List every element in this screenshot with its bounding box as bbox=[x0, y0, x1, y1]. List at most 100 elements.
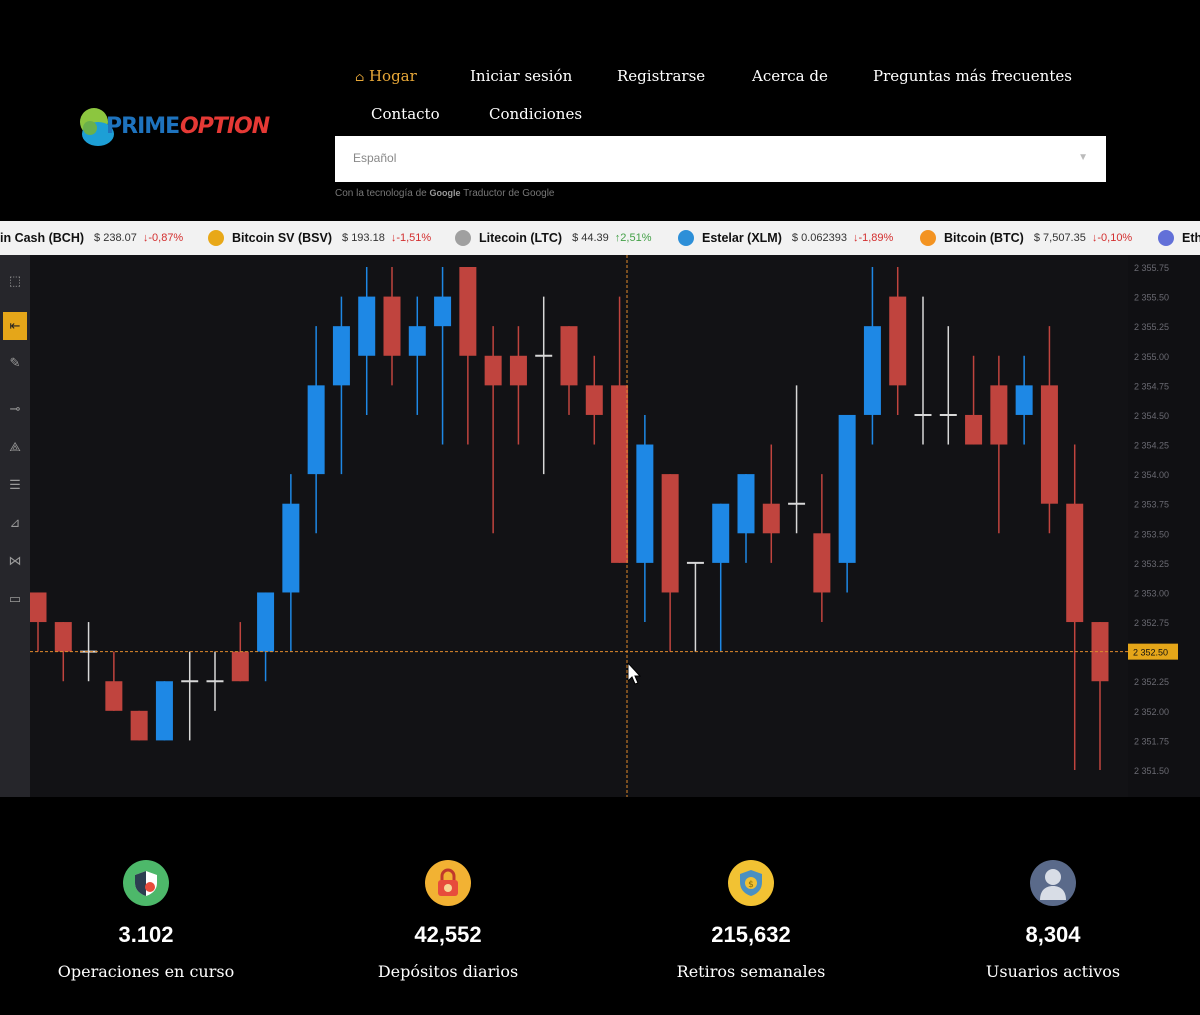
candle-body bbox=[434, 296, 452, 327]
coin-icon bbox=[208, 230, 224, 246]
pencil-tool-icon[interactable]: ✎ bbox=[3, 349, 27, 377]
zigzag-tool-icon[interactable]: ⋈ bbox=[3, 547, 27, 575]
dollar-shield-icon: $ bbox=[728, 860, 774, 906]
y-tick-label: 2 353.00 bbox=[1134, 588, 1169, 598]
candle-body bbox=[408, 326, 426, 356]
ticker-change: -1,51% bbox=[396, 232, 432, 244]
y-tick-label: 2 353.75 bbox=[1134, 500, 1169, 510]
line-tool-icon[interactable]: ⊸ bbox=[3, 395, 27, 423]
ticker-change: -0,87% bbox=[148, 232, 184, 244]
nav-about[interactable]: Acerca de bbox=[752, 67, 828, 85]
nav-login[interactable]: Iniciar sesión bbox=[470, 67, 572, 85]
y-tick-label: 2 355.75 bbox=[1134, 263, 1169, 273]
home-icon: ⌂ bbox=[355, 70, 365, 84]
powered-by-text: Con la tecnología de bbox=[335, 188, 427, 199]
candle-body bbox=[737, 474, 755, 534]
candle-body bbox=[484, 355, 502, 386]
ticker-item[interactable]: Eth bbox=[1158, 221, 1200, 255]
stat-value: 8,304 bbox=[1025, 922, 1081, 947]
candle-body bbox=[1015, 385, 1033, 415]
candle-body bbox=[383, 296, 401, 356]
user-icon bbox=[1030, 860, 1076, 906]
y-tick-label: 2 353.25 bbox=[1134, 559, 1169, 569]
candle-body bbox=[762, 503, 780, 534]
brand-name-part2: OPTION bbox=[180, 114, 270, 139]
candle-body bbox=[1066, 503, 1084, 623]
candle-body bbox=[358, 296, 376, 356]
ruler-tool-icon[interactable]: ▭ bbox=[3, 585, 27, 613]
coin-icon bbox=[920, 230, 936, 246]
ticker-price: $ 238.07 bbox=[94, 232, 137, 244]
candle-body bbox=[585, 385, 603, 415]
nav-contact[interactable]: Contacto bbox=[371, 105, 440, 123]
candle-body bbox=[231, 651, 249, 682]
candle-body bbox=[459, 267, 477, 356]
chart-toolbar: ⬚ ⇤ ✎ ⊸ ⟁ ☰ ⊿ ⋈ ▭ bbox=[0, 255, 30, 797]
candlestick-chart[interactable]: 2 355.75 2 355.50 2 355.25 2 355.00 2 354.75… bbox=[0, 255, 1200, 797]
candle-body bbox=[661, 474, 679, 593]
ticker-item[interactable]: Bitcoin SV (BSV) $ 193.18 ↓ -1,51% bbox=[208, 221, 431, 255]
ticker-price: $ 193.18 bbox=[342, 232, 385, 244]
stat-label: Operaciones en curso bbox=[57, 962, 235, 981]
stat-label: Depósitos diarios bbox=[377, 962, 519, 981]
nav-terms[interactable]: Condiciones bbox=[489, 105, 582, 123]
trading-chart[interactable]: 2 355.75 2 355.50 2 355.25 2 355.00 2 354.75… bbox=[0, 255, 1200, 797]
crypto-ticker: in Cash (BCH) $ 238.07 ↓ -0,87% Bitcoin SV … bbox=[0, 221, 1200, 255]
candle-body bbox=[332, 326, 350, 386]
nav-home-label: Hogar bbox=[368, 67, 417, 85]
ticker-item[interactable]: Litecoin (LTC) $ 44.39 ↑ 2,51% bbox=[455, 221, 652, 255]
shield-icon bbox=[123, 860, 169, 906]
coin-icon bbox=[455, 230, 471, 246]
brand-name-part1: PRIME bbox=[106, 114, 180, 139]
measure-tool-icon[interactable]: ⇤ bbox=[3, 312, 27, 340]
candle-body bbox=[838, 414, 856, 563]
candle-body bbox=[889, 296, 907, 386]
ticker-item[interactable]: Estelar (XLM) $ 0.062393 ↓ -1,89% bbox=[678, 221, 893, 255]
candle-body bbox=[54, 622, 72, 652]
ticker-item[interactable]: in Cash (BCH) $ 238.07 ↓ -0,87% bbox=[0, 221, 183, 255]
y-tick-label: 2 352.25 bbox=[1134, 677, 1169, 687]
candle-body bbox=[636, 444, 654, 563]
brand-logo[interactable]: PRIME OPTION bbox=[78, 102, 278, 154]
language-selected-value: Español bbox=[353, 151, 397, 165]
fib-tool-icon[interactable]: ☰ bbox=[3, 471, 27, 499]
nav-home[interactable]: ⌂ Hogar bbox=[355, 67, 417, 85]
candle-body bbox=[813, 533, 831, 593]
ticker-item[interactable]: Bitcoin (BTC) $ 7,507.35 ↓ -0,10% bbox=[920, 221, 1132, 255]
y-tick-label: 2 354.50 bbox=[1134, 411, 1169, 421]
coin-icon bbox=[678, 230, 694, 246]
pattern-tool-icon[interactable]: ⊿ bbox=[3, 509, 27, 537]
lock-icon bbox=[425, 860, 471, 906]
language-select[interactable]: Español ▼ bbox=[335, 136, 1106, 182]
candle-body bbox=[105, 681, 123, 711]
candle-body bbox=[307, 385, 325, 475]
ticker-price: $ 44.39 bbox=[572, 232, 609, 244]
candle-body bbox=[560, 326, 578, 386]
google-logo: Google bbox=[429, 188, 461, 198]
ticker-change: -1,89% bbox=[858, 232, 894, 244]
stat-operations: 3.102 Operaciones en curso bbox=[26, 860, 266, 981]
y-tick-label: 2 354.75 bbox=[1134, 381, 1169, 391]
stat-value: 215,632 bbox=[711, 922, 791, 947]
stat-deposits: 42,552 Depósitos diarios bbox=[328, 860, 568, 981]
y-tick-label: 2 351.50 bbox=[1134, 766, 1169, 776]
candle-body bbox=[965, 414, 983, 445]
node-tool-icon[interactable]: ⟁ bbox=[3, 433, 27, 461]
candle-body bbox=[29, 592, 47, 623]
candle-body bbox=[863, 326, 881, 415]
y-tick-label: 2 353.50 bbox=[1134, 529, 1169, 539]
y-tick-label: 2 355.25 bbox=[1134, 322, 1169, 332]
candle-body bbox=[257, 592, 275, 652]
stat-label: Usuarios activos bbox=[985, 962, 1121, 981]
google-translate-link[interactable]: Traductor de Google bbox=[463, 188, 554, 199]
nav-register[interactable]: Registrarse bbox=[617, 67, 705, 85]
y-tick-label: 2 352.00 bbox=[1134, 707, 1169, 717]
y-tick-label: 2 352.75 bbox=[1134, 618, 1169, 628]
candle-body bbox=[509, 355, 527, 386]
select-rect-tool-icon[interactable]: ⬚ bbox=[3, 267, 27, 295]
y-tick-label: 2 355.50 bbox=[1134, 293, 1169, 303]
current-price-label: 2 352.50 bbox=[1133, 648, 1168, 658]
nav-faq[interactable]: Preguntas más frecuentes bbox=[873, 67, 1072, 85]
ticker-name: Bitcoin SV (BSV) bbox=[232, 231, 333, 245]
stat-active-users: 8,304 Usuarios activos bbox=[933, 860, 1173, 981]
